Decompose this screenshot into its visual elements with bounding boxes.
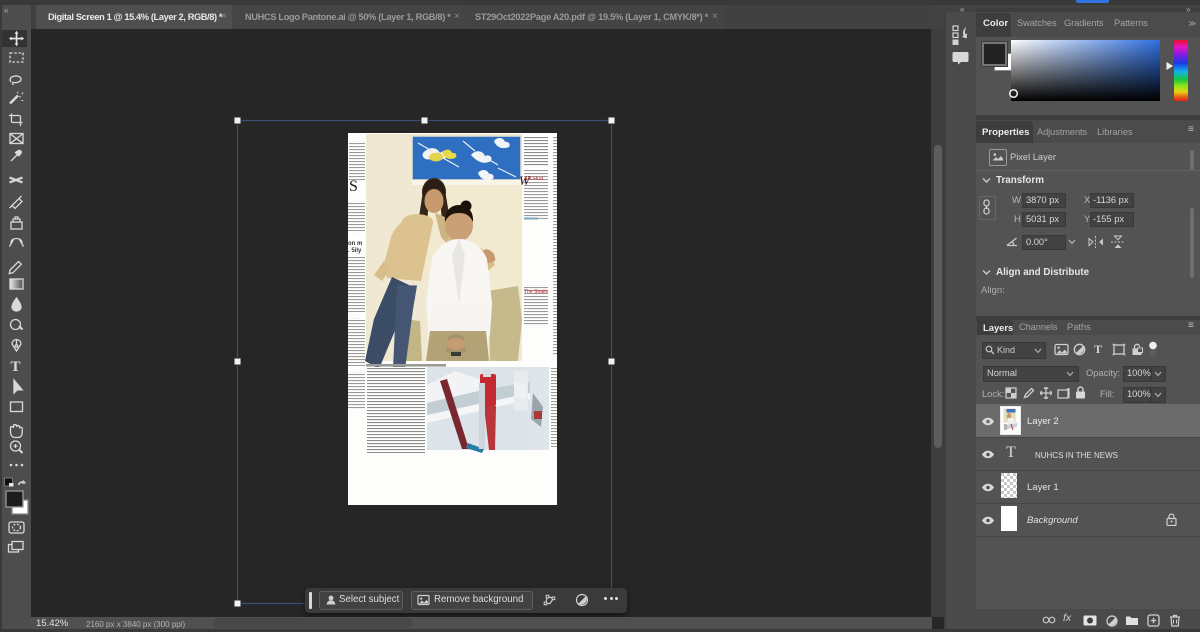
svg-text:T: T <box>11 359 21 375</box>
